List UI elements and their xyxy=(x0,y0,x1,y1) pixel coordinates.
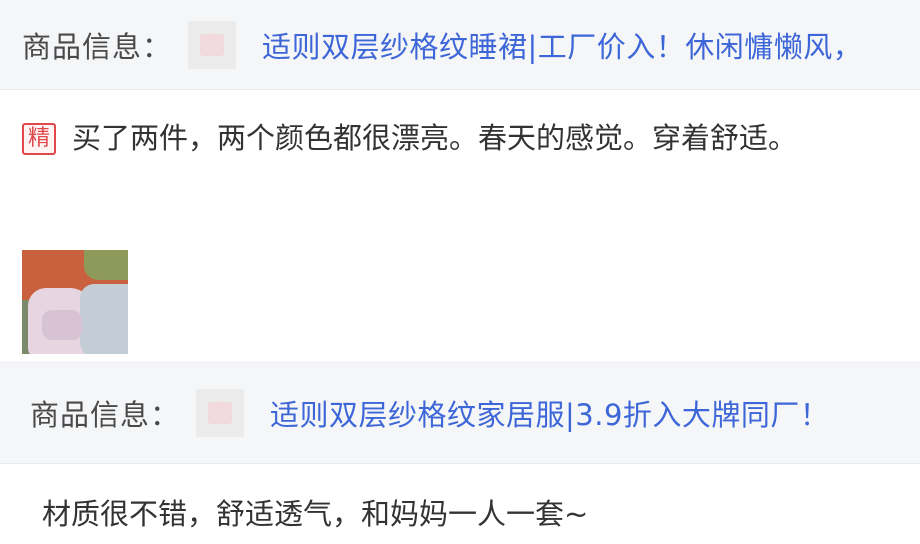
product-thumbnail-icon[interactable] xyxy=(188,20,237,69)
product-link[interactable]: 适则双层纱格纹家居服|3.9折入大牌同厂！ xyxy=(270,392,829,434)
product-info-label: 商品信息： xyxy=(22,29,173,64)
review-text: 材质很不错，舒适透气，和妈妈一人一套~ xyxy=(42,494,902,534)
product-info-bar: 商品信息： 适则双层纱格纹睡裙|工厂价入！休闲慵懒风， xyxy=(0,0,920,90)
featured-badge: 精 xyxy=(22,123,57,155)
product-thumbnail-icon[interactable] xyxy=(196,389,245,437)
review-text: 精买了两件，两个颜色都很漂亮。春天的感觉。穿着舒适。 xyxy=(22,118,882,158)
review-content: 买了两件，两个颜色都很漂亮。春天的感觉。穿着舒适。 xyxy=(72,121,798,155)
review-photo-thumbnail[interactable] xyxy=(22,250,128,354)
product-info-label: 商品信息： xyxy=(30,398,181,432)
product-info-bar: 商品信息： 适则双层纱格纹家居服|3.9折入大牌同厂！ xyxy=(0,362,920,464)
product-link[interactable]: 适则双层纱格纹睡裙|工厂价入！休闲慵懒风， xyxy=(262,24,862,66)
review-content: 材质很不错，舒适透气，和妈妈一人一套~ xyxy=(42,497,589,531)
